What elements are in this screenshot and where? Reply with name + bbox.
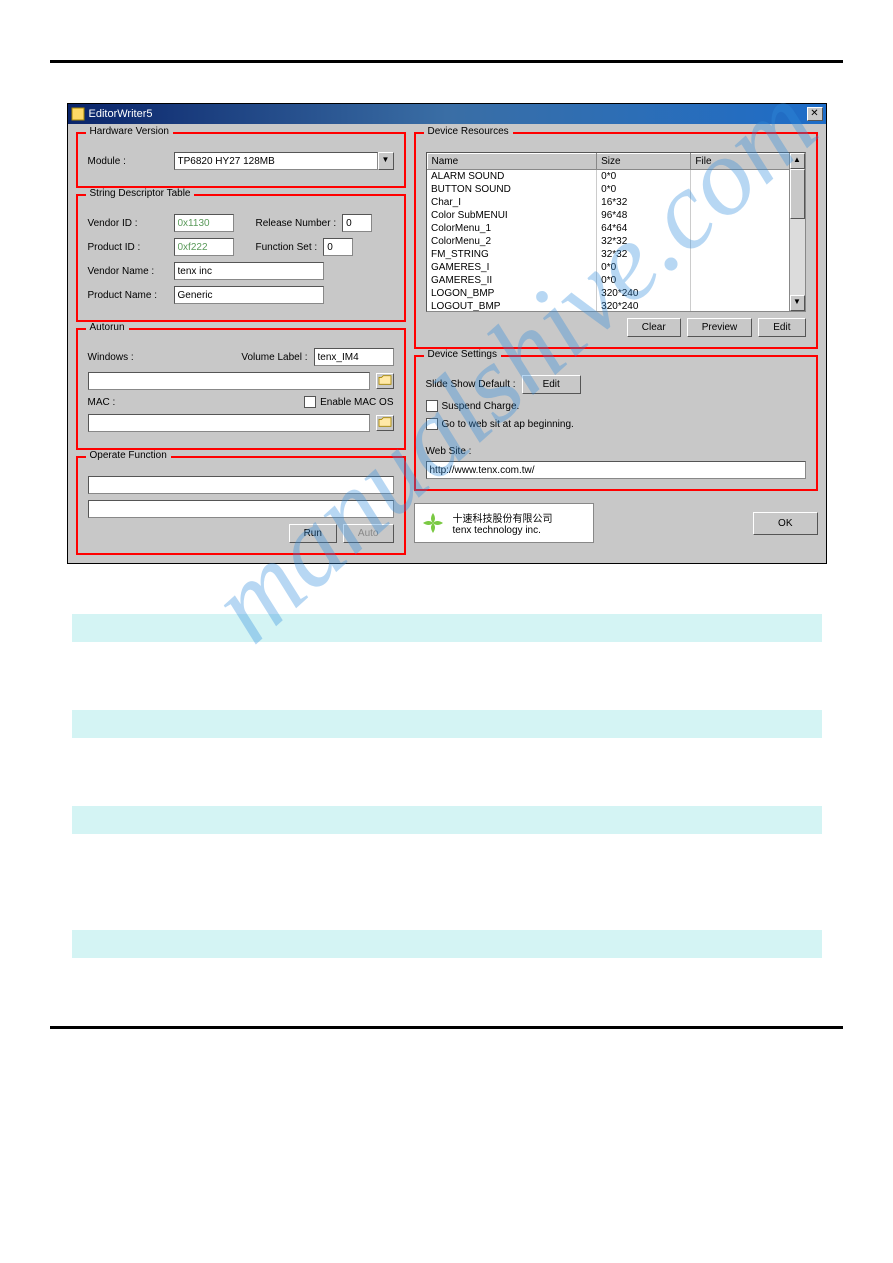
close-icon[interactable]: ✕: [807, 107, 823, 121]
chevron-down-icon[interactable]: ▼: [378, 152, 394, 170]
volume-label-label: Volume Label :: [241, 352, 307, 363]
function-set-field[interactable]: [323, 238, 353, 256]
table-row[interactable]: FM_STRING32*32: [427, 248, 804, 261]
device-resources-title: Device Resources: [424, 126, 513, 137]
table-row[interactable]: LOGOUT_BMP320*240: [427, 300, 804, 312]
app-window: EditorWriter5 ✕ Hardware Version Module …: [67, 103, 827, 564]
titlebar: EditorWriter5 ✕: [68, 104, 826, 124]
company-name-cn: 十速科技股份有限公司: [453, 510, 553, 525]
auto-button[interactable]: Auto: [343, 524, 394, 543]
module-label: Module :: [88, 156, 168, 167]
device-settings-title: Device Settings: [424, 349, 501, 360]
vendor-name-label: Vendor Name :: [88, 266, 168, 277]
autorun-group: Autorun Windows : Volume Label : MAC :: [76, 328, 406, 450]
volume-label-field[interactable]: [314, 348, 394, 366]
table-row[interactable]: ALARM SOUND0*0: [427, 170, 804, 184]
suspend-charge-checkbox[interactable]: Suspend Charge.: [426, 400, 520, 412]
folder-icon-mac[interactable]: [376, 415, 394, 431]
vendor-name-field[interactable]: [174, 262, 324, 280]
operate-function-group: Operate Function Run Auto: [76, 456, 406, 555]
product-name-label: Product Name :: [88, 290, 168, 301]
col-size[interactable]: Size: [597, 154, 691, 170]
enable-mac-os-checkbox[interactable]: Enable MAC OS: [304, 396, 393, 408]
function-set-label: Function Set :: [256, 242, 318, 253]
preview-button[interactable]: Preview: [687, 318, 753, 337]
table-row[interactable]: GAMERES_I0*0: [427, 261, 804, 274]
device-resources-table: Name Size File ALARM SOUND0*0BUTTON SOUN…: [427, 153, 805, 312]
col-name[interactable]: Name: [427, 154, 597, 170]
progress-bar-1: [88, 476, 394, 494]
operate-function-title: Operate Function: [86, 450, 171, 461]
table-row[interactable]: Color SubMENUI96*48: [427, 209, 804, 222]
ok-button[interactable]: OK: [753, 512, 817, 535]
string-descriptor-group: String Descriptor Table Vendor ID : Rele…: [76, 194, 406, 322]
goto-web-checkbox[interactable]: Go to web sit at ap beginning.: [426, 418, 574, 430]
edit-resources-button[interactable]: Edit: [758, 318, 805, 337]
suspend-charge-label: Suspend Charge.: [442, 401, 520, 412]
company-name-en: tenx technology inc.: [453, 525, 553, 536]
windows-path-field[interactable]: [88, 372, 370, 390]
scroll-down-icon[interactable]: ▼: [790, 295, 805, 311]
release-number-field[interactable]: [342, 214, 372, 232]
folder-icon[interactable]: [376, 373, 394, 389]
scroll-thumb[interactable]: [790, 169, 805, 219]
module-dropdown[interactable]: ▼: [174, 152, 394, 170]
web-site-field[interactable]: [426, 461, 806, 479]
leaf-icon: [421, 511, 445, 535]
vendor-id-label: Vendor ID :: [88, 218, 168, 229]
product-id-label: Product ID :: [88, 242, 168, 253]
release-number-label: Release Number :: [256, 218, 337, 229]
autorun-title: Autorun: [86, 322, 129, 333]
app-icon: [71, 107, 85, 121]
vendor-id-field[interactable]: [174, 214, 234, 232]
device-settings-group: Device Settings Slide Show Default : Edi…: [414, 355, 818, 491]
product-id-field[interactable]: [174, 238, 234, 256]
slide-show-label: Slide Show Default :: [426, 379, 516, 390]
company-logo: 十速科技股份有限公司 tenx technology inc.: [414, 503, 594, 543]
scroll-up-icon[interactable]: ▲: [790, 153, 805, 169]
table-row[interactable]: LOGON_BMP320*240: [427, 287, 804, 300]
scrollbar[interactable]: ▲ ▼: [789, 153, 805, 311]
slide-show-edit-button[interactable]: Edit: [522, 375, 581, 394]
string-descriptor-title: String Descriptor Table: [86, 188, 195, 199]
mac-path-field[interactable]: [88, 414, 370, 432]
module-value[interactable]: [174, 152, 378, 170]
device-resources-group: Device Resources Name Size File ALARM SO…: [414, 132, 818, 349]
table-row[interactable]: ColorMenu_164*64: [427, 222, 804, 235]
table-row[interactable]: BUTTON SOUND0*0: [427, 183, 804, 196]
window-title: EditorWriter5: [89, 108, 807, 120]
table-row[interactable]: Char_I16*32: [427, 196, 804, 209]
clear-button[interactable]: Clear: [627, 318, 681, 337]
table-row[interactable]: ColorMenu_232*32: [427, 235, 804, 248]
hardware-version-group: Hardware Version Module : ▼: [76, 132, 406, 188]
web-site-label: Web Site :: [426, 446, 806, 457]
enable-mac-os-label: Enable MAC OS: [320, 397, 393, 408]
progress-bar-2: [88, 500, 394, 518]
hardware-version-title: Hardware Version: [86, 126, 173, 137]
goto-web-label: Go to web sit at ap beginning.: [442, 419, 574, 430]
mac-label: MAC :: [88, 397, 299, 408]
table-row[interactable]: GAMERES_II0*0: [427, 274, 804, 287]
product-name-field[interactable]: [174, 286, 324, 304]
col-file[interactable]: File: [691, 154, 804, 170]
windows-label: Windows :: [88, 352, 236, 363]
run-button[interactable]: Run: [289, 524, 337, 543]
